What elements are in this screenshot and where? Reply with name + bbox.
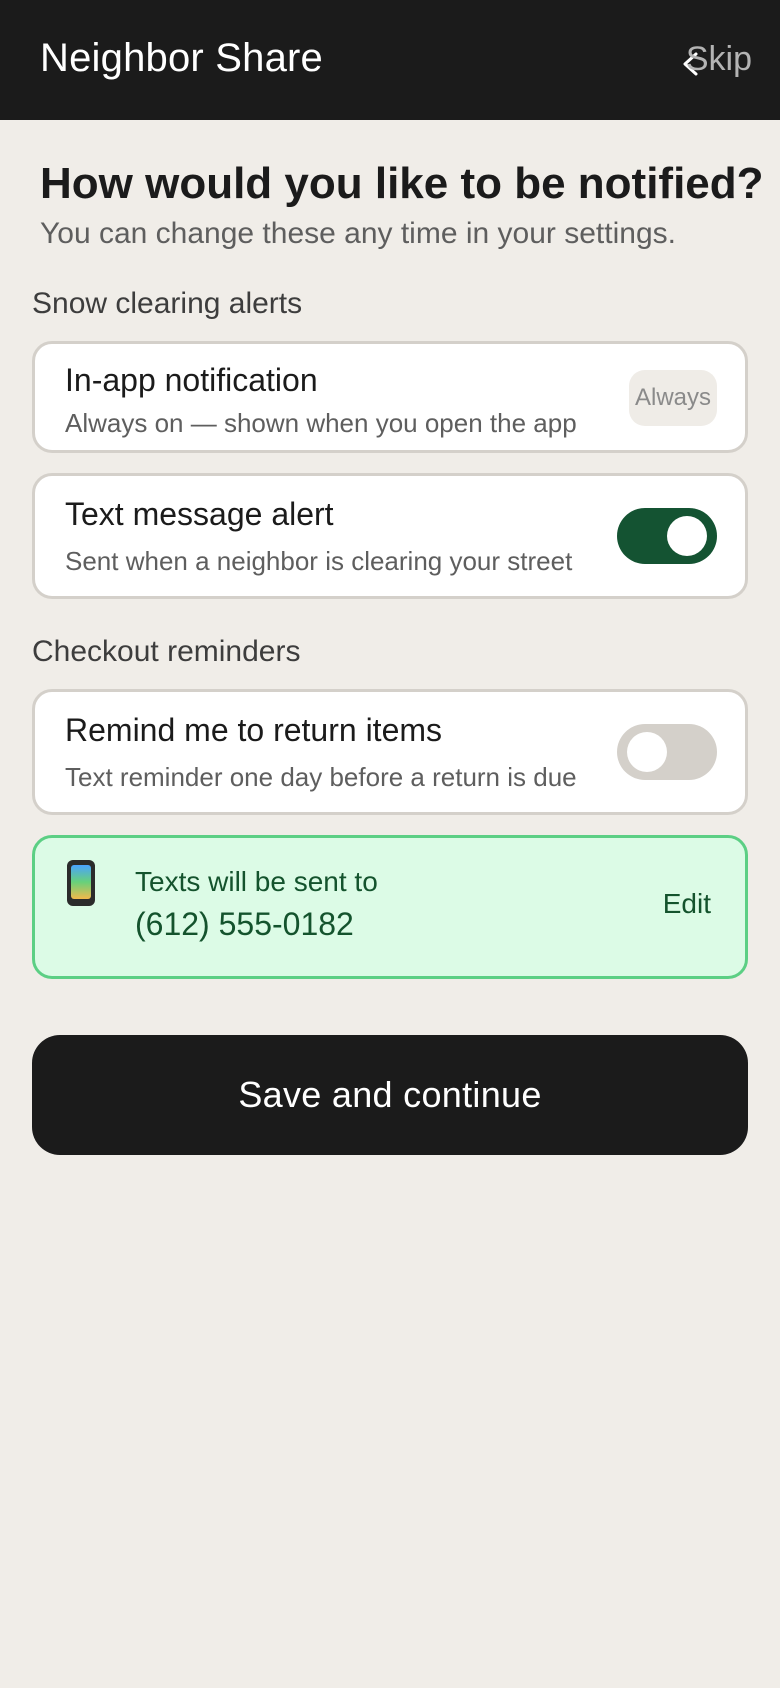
text-message-alert-card[interactable]: Text message alert Sent when a neighbor … bbox=[32, 472, 748, 599]
return-reminder-description: Text reminder one day before a return is… bbox=[65, 761, 577, 792]
top-app-bar: Neighbor Share Skip bbox=[0, 0, 780, 120]
return-reminder-title: Remind me to return items bbox=[65, 711, 443, 748]
phone-screen bbox=[71, 864, 91, 899]
page-title: How would you like to be notified? bbox=[40, 159, 764, 208]
in-app-notification-description: Always on — shown when you open the app bbox=[65, 407, 577, 438]
skip-button[interactable]: Skip bbox=[686, 40, 752, 79]
section-label-snow: Snow clearing alerts bbox=[32, 286, 303, 320]
return-reminder-card[interactable]: Remind me to return items Text reminder … bbox=[32, 688, 748, 815]
toggle-knob bbox=[667, 515, 707, 556]
phone-number: (612) 555-0182 bbox=[135, 905, 354, 942]
edit-phone-button[interactable]: Edit bbox=[663, 888, 711, 920]
phone-label: Texts will be sent to bbox=[135, 865, 378, 897]
text-message-alert-title: Text message alert bbox=[65, 495, 334, 532]
page-subtitle: You can change these any time in your se… bbox=[40, 216, 676, 250]
save-and-continue-button[interactable]: Save and continue bbox=[32, 1034, 748, 1155]
text-message-alert-description: Sent when a neighbor is clearing your st… bbox=[65, 545, 573, 576]
in-app-notification-title: In-app notification bbox=[65, 361, 318, 398]
in-app-notification-card: In-app notification Always on — shown wh… bbox=[32, 340, 748, 453]
phone-number-card: Texts will be sent to (612) 555-0182 Edi… bbox=[32, 834, 748, 979]
text-message-alert-toggle[interactable] bbox=[617, 507, 717, 564]
return-reminder-toggle[interactable] bbox=[617, 723, 717, 780]
always-badge: Always bbox=[629, 369, 717, 426]
section-label-checkout: Checkout reminders bbox=[32, 634, 301, 668]
mobile-phone-icon bbox=[67, 859, 95, 906]
app-title: Neighbor Share bbox=[40, 36, 323, 80]
toggle-knob bbox=[627, 731, 667, 772]
notification-preferences: How would you like to be notified? You c… bbox=[32, 120, 764, 1155]
